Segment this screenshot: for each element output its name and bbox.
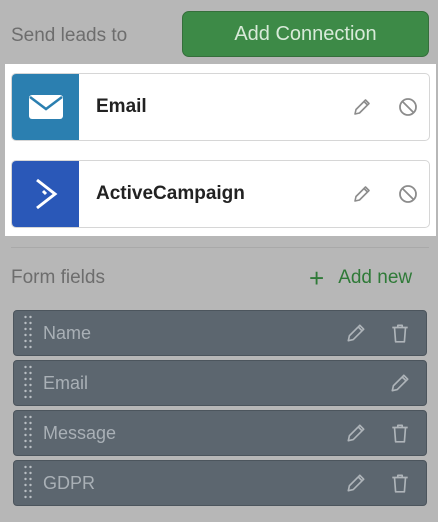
delete-field-button[interactable] [388,321,412,345]
disable-connection-button[interactable] [397,96,419,118]
add-new-field-button[interactable]: + Add new [309,264,412,292]
send-leads-header: Send leads to Add Connection [0,0,438,62]
pencil-icon [354,186,370,202]
edit-field-button[interactable] [344,471,368,495]
connection-name: Email [96,96,147,117]
connection-card-activecampaign: ActiveCampaign [11,160,430,228]
form-fields-title: Form fields [11,267,105,288]
drag-handle-icon[interactable] [14,361,42,405]
edit-connection-button[interactable] [351,183,373,205]
connection-name: ActiveCampaign [96,183,245,204]
connection-card-email: Email [11,73,430,141]
send-leads-title: Send leads to [11,25,128,46]
pencil-icon [347,324,365,342]
connections-panel: Email ActiveCampaign [5,64,436,236]
field-label: Email [43,372,89,393]
form-field-row[interactable]: Email [13,360,427,406]
edit-field-button[interactable] [344,421,368,445]
edit-field-button[interactable] [344,321,368,345]
block-icon [399,98,417,116]
form-field-row[interactable]: Name [13,310,427,356]
pencil-icon [354,99,370,115]
drag-handle-icon[interactable] [14,461,42,505]
field-label: Name [43,322,92,343]
delete-field-button[interactable] [388,421,412,445]
add-connection-button[interactable]: Add Connection [182,11,429,57]
add-new-label: Add new [338,267,413,288]
form-field-row[interactable]: GDPR [13,460,427,506]
pencil-icon [347,474,365,492]
drag-handle-icon[interactable] [14,411,42,455]
plus-icon: + [309,263,325,293]
pencil-icon [347,424,365,442]
disable-connection-button[interactable] [397,183,419,205]
block-icon [399,185,417,203]
trash-icon [392,324,408,343]
trash-icon [392,424,408,443]
drag-handle-icon[interactable] [14,311,42,355]
edit-field-button[interactable] [388,371,412,395]
form-field-row[interactable]: Message [13,410,427,456]
field-label: GDPR [43,472,96,493]
pencil-icon [391,374,409,392]
activecampaign-logo-icon [12,161,79,227]
edit-connection-button[interactable] [351,96,373,118]
section-divider [11,247,429,248]
trash-icon [392,474,408,493]
envelope-icon [12,74,79,140]
delete-field-button[interactable] [388,471,412,495]
field-label: Message [43,422,117,443]
